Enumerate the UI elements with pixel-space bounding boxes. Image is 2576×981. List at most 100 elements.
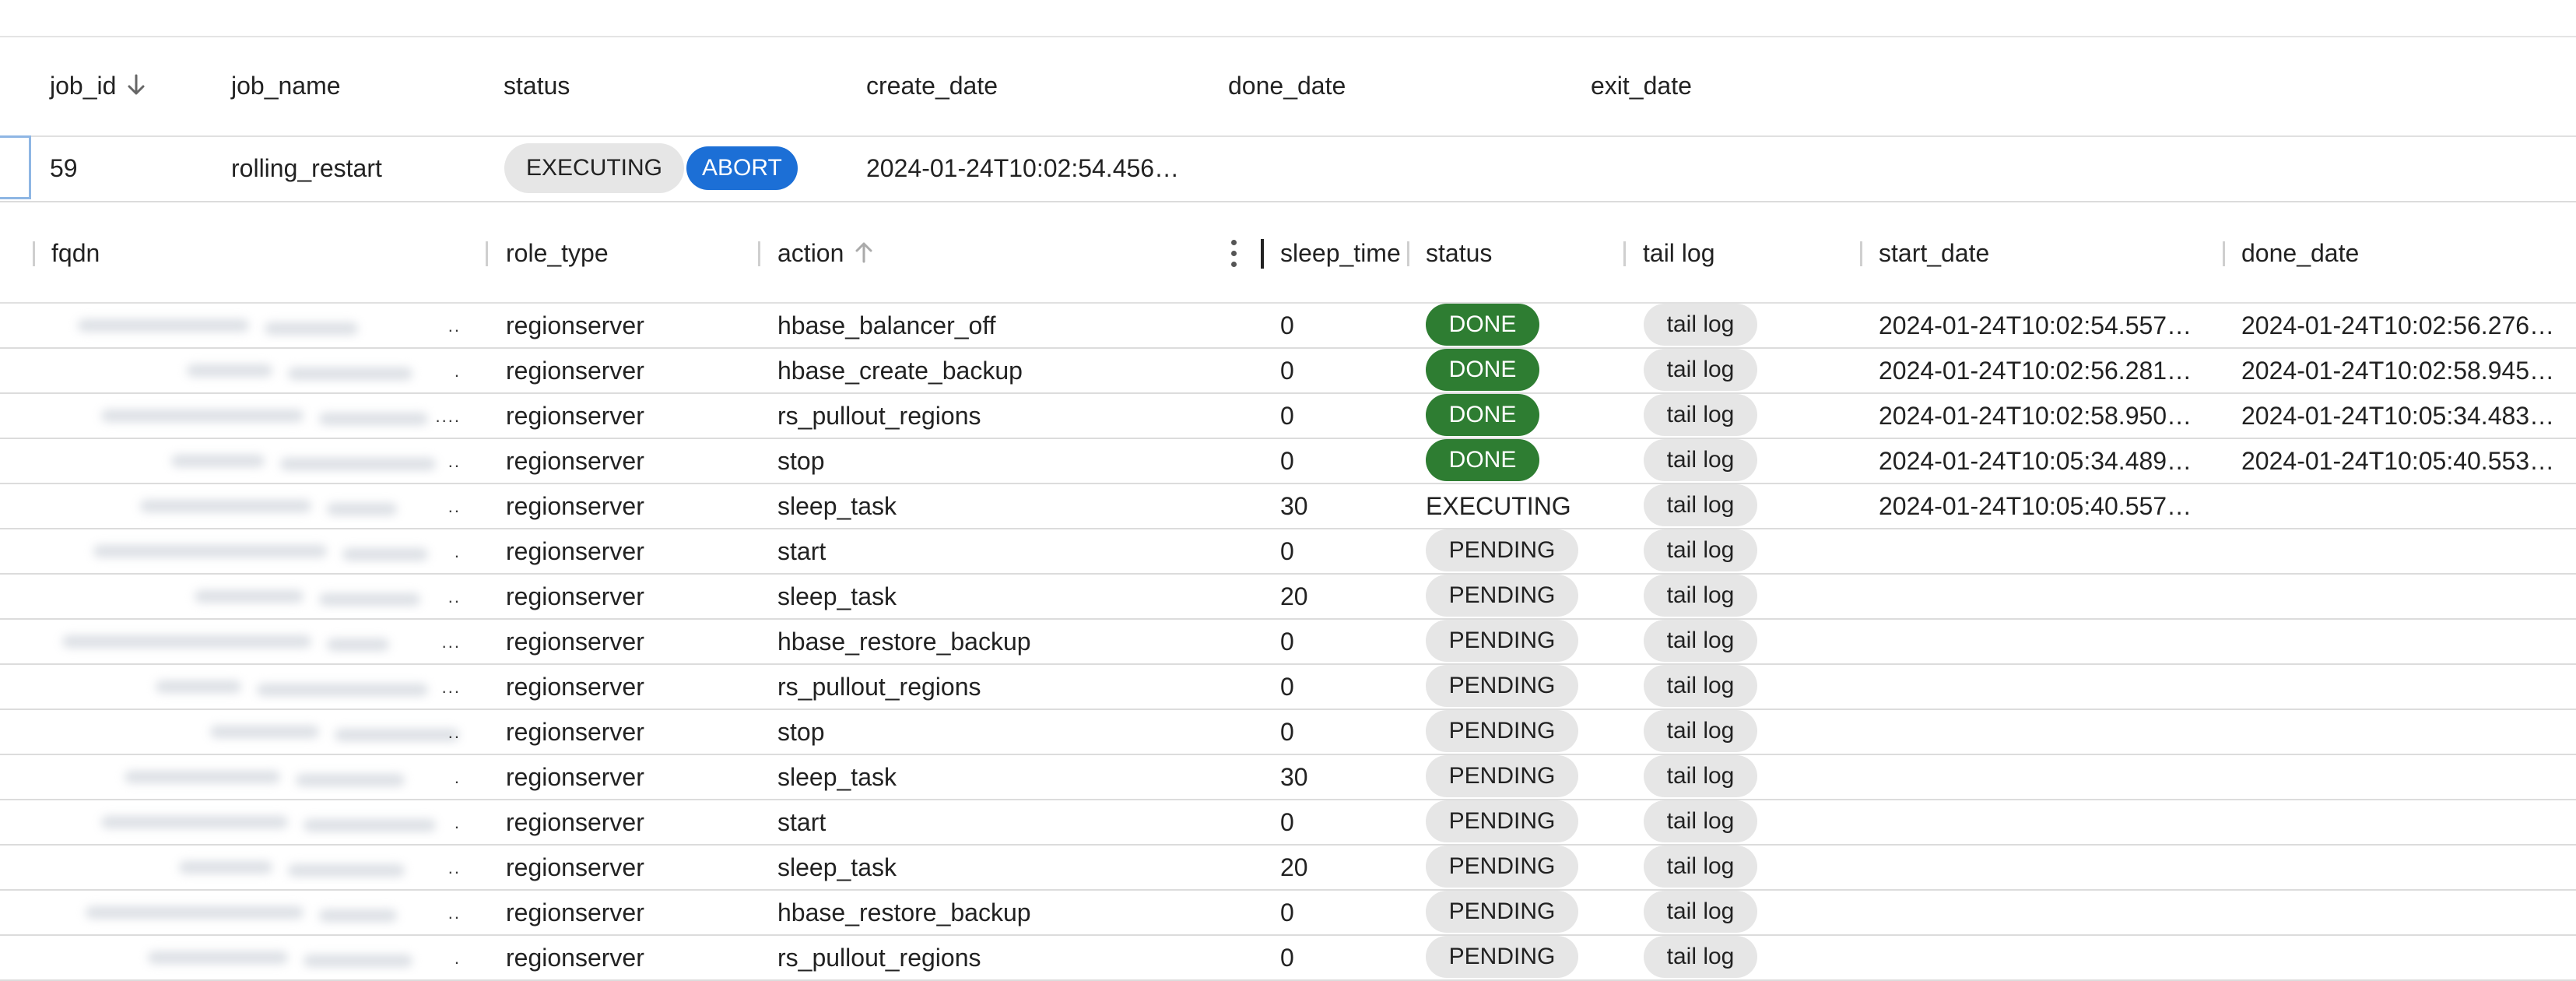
table-row[interactable]: ... regionserver rs_pullout_regions 0 PENDIN… [0,665,2576,710]
table-row[interactable]: . regionserver sleep_task 30 PENDING tail log [0,755,2576,800]
sleep-time-cell: 0 [1280,944,1294,972]
sleep-time-cell: 0 [1280,808,1294,836]
arrow-down-icon[interactable] [125,72,147,104]
table-row[interactable]: .. regionserver sleep_task 20 PENDING tail lo… [0,575,2576,620]
fqdn-cell-redacted: .... [31,399,467,433]
redacted-text [288,367,412,380]
tail-log-button[interactable]: tail log [1644,936,1757,978]
column-header-job-name[interactable]: job_name [231,70,341,101]
column-header-status[interactable]: status [504,70,570,101]
table-row[interactable]: .. regionserver hbase_balancer_off 0 DONE tai… [0,304,2576,349]
status-badge: PENDING [1426,665,1578,707]
column-separator[interactable] [1860,241,1862,266]
action-cell: start [777,808,826,836]
table-row[interactable]: .. regionserver hbase_restore_backup 0 PENDI… [0,891,2576,936]
abort-button[interactable]: ABORT [686,146,798,190]
fqdn-cell-redacted: ... [31,670,467,704]
column-header-done-date[interactable]: done_date [1228,70,1346,101]
fqdn-tail: .. [447,497,461,516]
column-separator[interactable] [758,241,760,266]
status-badge: PENDING [1426,936,1578,978]
tail-log-button[interactable]: tail log [1644,620,1757,662]
table-row[interactable]: . regionserver rs_pullout_regions 0 PENDING t… [0,936,2576,981]
column-header-fqdn[interactable]: fqdn [51,237,100,269]
column-header-job-id[interactable]: job_id [50,70,147,104]
fqdn-tail: .. [447,723,461,742]
tail-log-button[interactable]: tail log [1644,529,1757,571]
tail-log-button[interactable]: tail log [1644,349,1757,391]
redacted-text [179,861,272,874]
tasks-table-body: .. regionserver hbase_balancer_off 0 DONE tai… [0,304,2576,981]
role-type-cell: regionserver [506,718,644,746]
fqdn-tail: .. [447,858,461,877]
redacted-text [93,545,327,557]
tail-log-button[interactable]: tail log [1644,800,1757,842]
column-header-sleep-time[interactable]: sleep_time [1280,237,1401,269]
table-row[interactable]: .. regionserver sleep_task 20 PENDING tail lo… [0,846,2576,891]
column-separator[interactable] [1407,241,1409,266]
fqdn-tail: .. [447,316,461,336]
column-separator[interactable] [486,241,488,266]
column-header-start-date[interactable]: start_date [1879,237,1989,269]
table-row[interactable]: . regionserver start 0 PENDING tail log [0,529,2576,575]
tail-log-button[interactable]: tail log [1644,304,1757,346]
action-cell: sleep_task [777,763,897,791]
table-row[interactable]: . regionserver hbase_create_backup 0 DONE tai… [0,349,2576,394]
column-header-create-date[interactable]: create_date [866,70,998,101]
column-header-exit-date[interactable]: exit_date [1591,70,1692,101]
redacted-text [288,864,405,877]
status-badge: PENDING [1426,575,1578,617]
table-row[interactable]: .. regionserver sleep_task 30 EXECUTING tail … [0,484,2576,529]
tail-log-button[interactable]: tail log [1644,439,1757,481]
role-type-cell: regionserver [506,763,644,791]
tail-log-button[interactable]: tail log [1644,891,1757,933]
tail-log-button[interactable]: tail log [1644,394,1757,436]
tasks-table-header: fqdn role_type action sleep_time status … [0,202,2576,304]
fqdn-tail: . [454,542,461,561]
column-separator[interactable] [2223,241,2225,266]
fqdn-cell-redacted: ... [31,624,467,659]
redacted-text [335,729,459,741]
action-cell: hbase_restore_backup [777,628,1031,656]
redacted-text [257,684,428,696]
table-row[interactable]: .. regionserver stop 0 DONE tail log 2024-01-2… [0,439,2576,484]
column-separator[interactable] [1623,241,1626,266]
tail-log-button[interactable]: tail log [1644,575,1757,617]
sleep-time-cell: 0 [1280,447,1294,475]
redacted-text [319,593,420,606]
tail-log-button[interactable]: tail log [1644,484,1757,526]
action-cell: start [777,537,826,565]
column-header-action[interactable]: action [777,237,875,271]
table-row[interactable]: . regionserver start 0 PENDING tail log [0,800,2576,846]
table-row[interactable]: ... regionserver hbase_restore_backup 0 PEND… [0,620,2576,665]
role-type-cell: regionserver [506,402,644,430]
table-row[interactable]: .... regionserver rs_pullout_regions 0 DONE t… [0,394,2576,439]
kebab-menu-icon[interactable] [1231,240,1237,269]
action-cell: hbase_create_backup [777,357,1023,385]
column-header-tail-log[interactable]: tail log [1643,237,1715,269]
table-row[interactable]: .. regionserver stop 0 PENDING tail log [0,710,2576,755]
column-header-role-type[interactable]: role_type [506,237,609,269]
fqdn-cell-redacted: .. [31,895,467,930]
done-date-cell: 2024-01-24T10:05:40.553… [2241,447,2555,475]
column-separator[interactable] [33,241,35,266]
tail-log-button[interactable]: tail log [1644,846,1757,888]
fqdn-cell-redacted: .. [31,444,467,478]
column-header-status[interactable]: status [1426,237,1492,269]
role-type-cell: regionserver [506,582,644,610]
status-badge: EXECUTING [1426,492,1571,520]
role-type-cell: regionserver [506,808,644,836]
tail-log-button[interactable]: tail log [1644,755,1757,797]
tail-log-button[interactable]: tail log [1644,665,1757,707]
action-cell: hbase_balancer_off [777,311,996,339]
status-badge: PENDING [1426,529,1578,571]
fqdn-tail: . [454,813,461,832]
column-header-done-date[interactable]: done_date [2241,237,2359,269]
job-row[interactable]: 59 rolling_restart EXECUTING ABORT 2024-… [0,135,2576,202]
action-cell: stop [777,718,825,746]
tail-log-button[interactable]: tail log [1644,710,1757,752]
column-resize-handle[interactable] [1261,239,1264,269]
redacted-text [296,774,405,786]
done-date-cell: 2024-01-24T10:02:56.276… [2241,311,2555,339]
arrow-up-icon[interactable] [853,240,875,271]
